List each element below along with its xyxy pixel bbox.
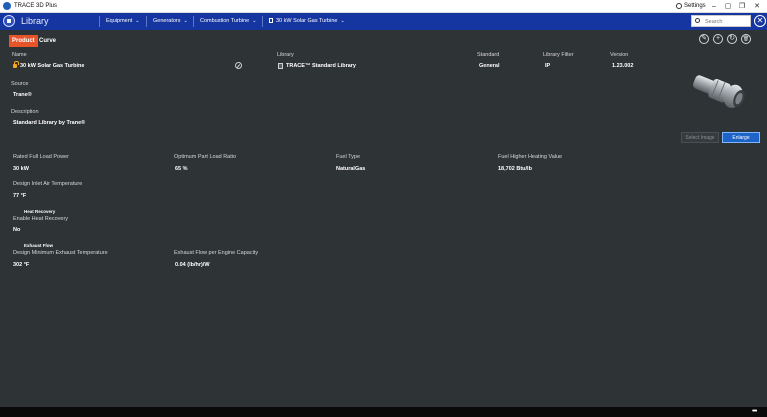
delete-icon[interactable]: 🗑 xyxy=(741,34,751,44)
settings-button[interactable]: Settings xyxy=(676,3,706,9)
chevron-down-icon: ⌄ xyxy=(135,18,140,24)
edit-icon[interactable]: ✎ xyxy=(699,34,709,44)
enlarge-button[interactable]: Enlarge xyxy=(722,132,760,143)
breadcrumb-label: 30 kW Solar Gas Turbine xyxy=(276,18,338,24)
app-title: TRACE 3D Plus xyxy=(14,3,58,9)
rated-power-value: 30 kW xyxy=(13,166,29,172)
page-title: Library xyxy=(21,16,49,26)
lock-icon xyxy=(13,61,19,68)
source-label: Source xyxy=(11,81,29,87)
exhaust-temp-value: 302 °F xyxy=(13,262,30,268)
source-value: Trane® xyxy=(13,92,32,98)
breadcrumb-generators[interactable]: Generators ⌄ xyxy=(153,18,188,24)
chevron-down-icon: ⌄ xyxy=(340,18,345,24)
heat-recovery-heading: Heat Recovery xyxy=(24,209,56,214)
part-load-value: 65 % xyxy=(175,166,188,172)
heating-value-label: Fuel Higher Heating Value xyxy=(498,154,563,160)
library-label: Library xyxy=(277,52,294,58)
tab-curve[interactable]: Curve xyxy=(36,35,59,47)
breadcrumb-divider xyxy=(193,16,194,27)
chevron-down-icon: ⌄ xyxy=(252,18,257,24)
fuel-type-label: Fuel Type xyxy=(336,154,361,160)
exhaust-temp-label: Design Minimum Exhaust Temperature xyxy=(13,250,108,256)
breadcrumb-combustion-turbine[interactable]: Combustion Turbine ⌄ xyxy=(200,18,256,24)
restore-button[interactable]: ❐ xyxy=(735,1,749,12)
document-icon xyxy=(269,18,273,23)
inlet-temp-label: Design Inlet Air Temperature xyxy=(13,181,83,187)
gear-icon xyxy=(676,3,682,9)
home-icon[interactable] xyxy=(3,15,15,27)
enable-heat-recovery-value[interactable]: No xyxy=(13,227,20,233)
breadcrumb-label: Generators xyxy=(153,18,181,24)
select-image-button[interactable]: Select Image xyxy=(681,132,719,143)
library-detail-panel: Product Curve ✎ + ↻ 🗑 Name 30 kW Solar G… xyxy=(0,30,767,407)
navigation-bar: Library Equipment ⌄ Generators ⌄ Combustio… xyxy=(0,13,767,30)
exhaust-flow-label: Exhaust Flow per Engine Capacity xyxy=(174,250,259,256)
description-value: Standard Library by Trane® xyxy=(13,120,86,126)
compass-icon[interactable] xyxy=(235,62,242,69)
search-input[interactable]: Search xyxy=(691,15,751,27)
exhaust-flow-value: 0.04 (lb/hr)/W xyxy=(175,262,210,268)
breadcrumb-current-item[interactable]: 30 kW Solar Gas Turbine ⌄ xyxy=(269,18,345,24)
exhaust-flow-heading: Exhaust Flow xyxy=(24,243,54,248)
standard-value: General xyxy=(479,63,500,69)
window-titlebar: TRACE 3D Plus Settings – ▢ ❐ ✕ xyxy=(0,0,767,13)
enable-heat-recovery-label: Enable Heat Recovery xyxy=(13,216,69,222)
status-bar: ••• xyxy=(0,407,767,417)
maximize-button[interactable]: ▢ xyxy=(721,1,735,12)
name-value: 30 kW Solar Gas Turbine xyxy=(20,63,85,69)
fuel-type-value: NaturalGas xyxy=(336,166,366,172)
search-placeholder: Search xyxy=(705,19,723,25)
breadcrumb-equipment[interactable]: Equipment ⌄ xyxy=(106,18,140,24)
breadcrumb-label: Combustion Turbine xyxy=(200,18,250,24)
tab-product[interactable]: Product xyxy=(9,35,38,47)
more-options-icon[interactable]: ••• xyxy=(752,408,757,415)
rated-power-label: Rated Full Load Power xyxy=(13,154,69,160)
inlet-temp-value: 77 °F xyxy=(13,193,27,199)
breadcrumb-divider xyxy=(99,16,100,27)
app-logo-icon xyxy=(3,2,11,10)
heating-value-value: 18,702 Btu/lb xyxy=(498,166,532,172)
version-label: Version xyxy=(610,52,629,58)
add-icon[interactable]: + xyxy=(713,34,723,44)
library-value: TRACE™ Standard Library xyxy=(286,63,356,69)
refresh-icon[interactable]: ↻ xyxy=(727,34,737,44)
settings-label: Settings xyxy=(684,3,706,9)
library-filter-value: IP xyxy=(545,63,551,69)
search-icon xyxy=(695,18,700,23)
part-load-label: Optimum Part Load Ratio xyxy=(174,154,237,160)
minimize-button[interactable]: – xyxy=(707,1,721,12)
description-label: Description xyxy=(11,109,39,115)
gas-turbine-image xyxy=(692,75,745,108)
standard-label: Standard xyxy=(477,52,500,58)
window-close-button[interactable]: ✕ xyxy=(750,1,764,12)
name-label: Name xyxy=(12,52,27,58)
breadcrumb-divider xyxy=(262,16,263,27)
version-value: 1.23.002 xyxy=(612,63,634,69)
close-library-button[interactable]: ✕ xyxy=(754,15,766,27)
library-filter-label: Library Filter xyxy=(543,52,574,58)
breadcrumb-label: Equipment xyxy=(106,18,133,24)
chevron-down-icon: ⌄ xyxy=(183,18,188,24)
library-icon xyxy=(278,63,283,69)
breadcrumb-divider xyxy=(146,16,147,27)
